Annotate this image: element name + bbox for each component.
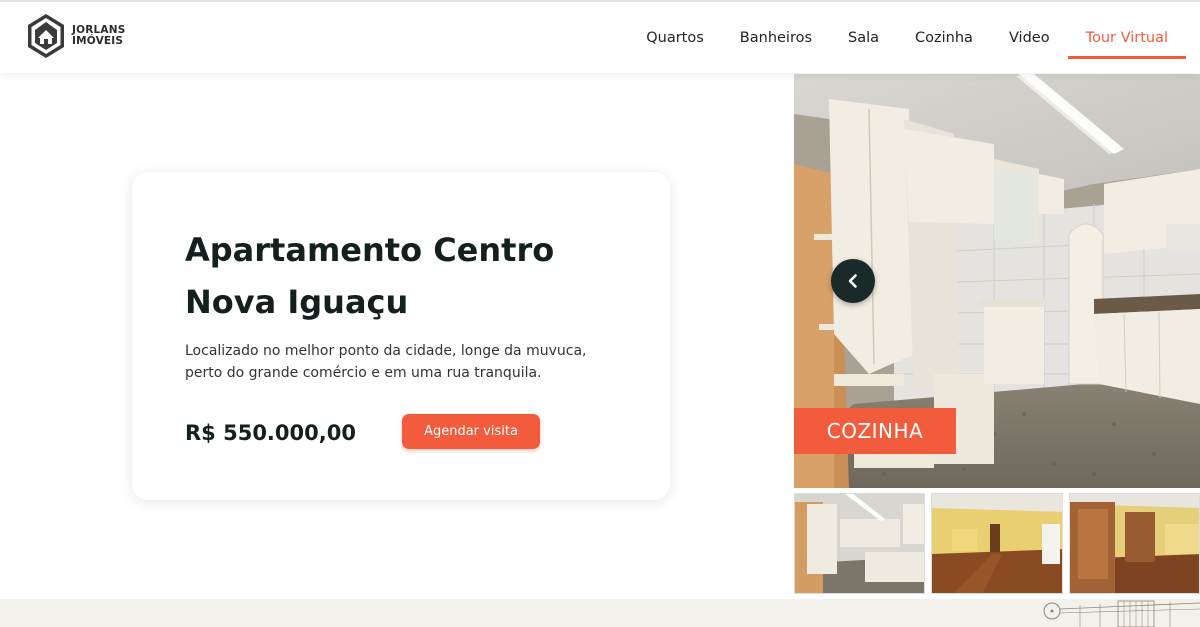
schedule-visit-button[interactable]: Agendar visita [402, 414, 540, 449]
page: JORLANS IMÓVEIS Quartos Banheiros Sala C… [0, 0, 1200, 627]
nav-item-sala[interactable]: Sala [830, 2, 897, 73]
listing-card: Apartamento Centro Nova Iguaçu Localizad… [132, 172, 670, 500]
photo-gallery: COZINHA [794, 74, 1200, 598]
nav-item-quartos[interactable]: Quartos [628, 2, 722, 73]
thumbnail-strip [794, 493, 1200, 594]
main-nav: Quartos Banheiros Sala Cozinha Video Tou… [628, 2, 1187, 73]
gallery-prev-button[interactable] [831, 259, 875, 303]
kitchen-thumbnail[interactable] [794, 493, 926, 594]
room-wood-floor-thumbnail[interactable] [931, 493, 1063, 594]
brand-line-2: IMÓVEIS [72, 35, 124, 47]
current-room-label: COZINHA [794, 408, 956, 454]
decorative-sketch-icon [1043, 600, 1200, 627]
footer-strip [0, 599, 1200, 627]
nav-item-banheiros[interactable]: Banheiros [722, 2, 830, 73]
nav-item-cozinha[interactable]: Cozinha [897, 2, 991, 73]
room-wardrobe-thumbnail[interactable] [1068, 493, 1200, 594]
brand-logo[interactable]: JORLANS IMÓVEIS [26, 13, 126, 59]
brand-name: JORLANS IMÓVEIS [72, 25, 126, 47]
nav-item-tour-virtual[interactable]: Tour Virtual [1067, 2, 1187, 73]
nav-item-video[interactable]: Video [991, 2, 1068, 73]
main-photo: COZINHA [794, 74, 1200, 488]
listing-price: R$ 550.000,00 [185, 421, 356, 445]
house-hexagon-logo-icon [28, 14, 64, 58]
listing-description: Localizado no melhor ponto da cidade, lo… [185, 343, 587, 381]
listing-title: Apartamento Centro Nova Iguaçu [185, 231, 555, 321]
site-header: JORLANS IMÓVEIS Quartos Banheiros Sala C… [0, 2, 1200, 73]
chevron-left-icon [848, 274, 857, 288]
